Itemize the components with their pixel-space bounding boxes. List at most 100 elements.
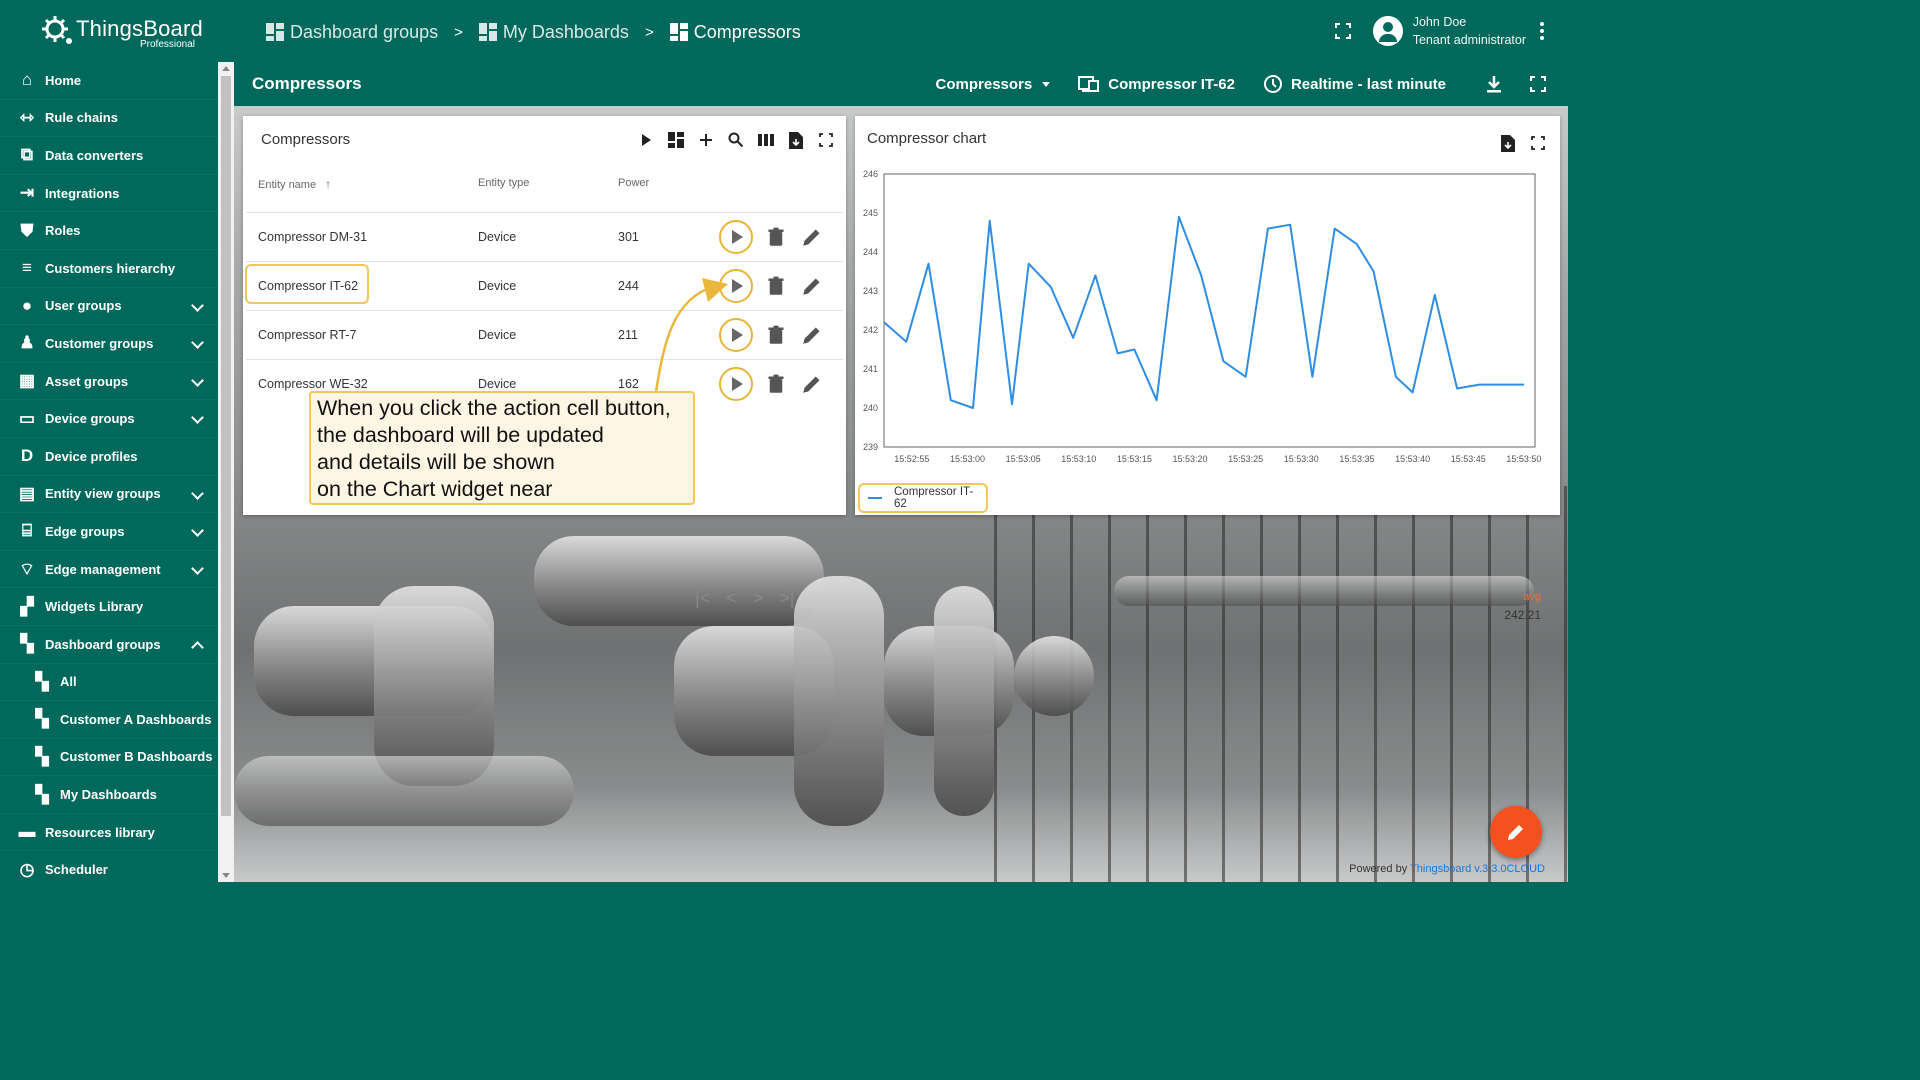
sidebar-item-resources-library[interactable]: ▬ Resources library xyxy=(0,814,218,852)
chevron-down-icon[interactable] xyxy=(191,561,204,575)
powered-by-footer: Powered by Thingsboard v.3.3.0CLOUD xyxy=(1349,863,1545,875)
state-select[interactable]: Compressors xyxy=(936,76,1051,93)
chevron-down-icon[interactable] xyxy=(191,336,204,350)
sidebar-item-label: Scheduler xyxy=(45,862,108,878)
chevron-down-icon[interactable] xyxy=(191,411,204,425)
last-page-button[interactable]: >| xyxy=(779,588,794,609)
thingsboard-logo[interactable]: ThingsBoard Professional xyxy=(38,10,218,52)
table-row[interactable]: Compressor DM-31 Device 301 xyxy=(246,212,843,261)
search-icon[interactable] xyxy=(726,130,746,150)
sidebar-item-home[interactable]: ⌂ Home xyxy=(0,62,218,100)
first-page-button[interactable]: |< xyxy=(695,588,710,609)
y-tick-label: 241 xyxy=(863,364,878,374)
delete-icon[interactable] xyxy=(766,374,786,394)
breadcrumb-separator: > xyxy=(454,23,463,41)
more-vert-icon[interactable] xyxy=(1540,22,1544,40)
x-tick-label: 15:53:50 xyxy=(1506,454,1541,464)
sidebar-item-scheduler[interactable]: ◷ Scheduler xyxy=(0,851,218,882)
chevron-down-icon[interactable] xyxy=(191,486,204,500)
chart-legend-item[interactable]: Compressor IT-62 xyxy=(858,483,988,513)
breadcrumb-my-dashboards[interactable]: My Dashboards xyxy=(478,21,629,43)
sidebar-item-edge-groups[interactable]: ⌸ Edge groups xyxy=(0,513,218,551)
fullscreen-icon[interactable] xyxy=(816,130,836,150)
x-tick-label: 15:53:35 xyxy=(1339,454,1374,464)
columns-icon[interactable] xyxy=(756,130,776,150)
dashboard-fullscreen-button[interactable] xyxy=(1530,76,1546,92)
column-header-power[interactable]: Power xyxy=(618,177,649,189)
widget-title: Compressor chart xyxy=(867,130,987,147)
avatar[interactable] xyxy=(1372,16,1403,46)
sidebar-item-label: Asset groups xyxy=(45,373,129,389)
sidebar-item-customer-a-dashboards[interactable]: ▚ Customer A Dashboards xyxy=(0,701,218,739)
x-tick-label: 15:53:30 xyxy=(1284,454,1319,464)
sidebar-item-my-dashboards[interactable]: ▚ My Dashboards xyxy=(0,776,218,814)
scroll-down-arrow-icon[interactable] xyxy=(222,873,230,878)
sidebar-item-entity-view-groups[interactable]: ▤ Entity view groups xyxy=(0,476,218,514)
breadcrumb-label: My Dashboards xyxy=(502,21,629,42)
prev-page-button[interactable]: < xyxy=(726,588,737,609)
user-info[interactable]: John Doe Tenant administrator xyxy=(1413,13,1526,49)
action-play-button[interactable] xyxy=(719,220,753,254)
breadcrumb-dashboard-groups[interactable]: Dashboard groups xyxy=(266,22,438,43)
sidebar-item-edge-management[interactable]: ⌔ Edge management xyxy=(0,551,218,589)
sidebar-item-device-profiles[interactable]: D Device profiles xyxy=(0,438,218,476)
cell-entity-type: Device xyxy=(478,230,517,244)
edit-pencil-icon[interactable] xyxy=(802,227,822,247)
rule-chains-icon: ⇿ xyxy=(19,107,35,127)
sidebar-item-customer-b-dashboards[interactable]: ▚ Customer B Dashboards xyxy=(0,739,218,777)
fullscreen-icon[interactable] xyxy=(1528,133,1548,153)
home-icon: ⌂ xyxy=(21,70,33,90)
delete-icon[interactable] xyxy=(766,325,786,345)
download-button[interactable] xyxy=(1486,75,1502,93)
edit-pencil-icon[interactable] xyxy=(802,276,822,296)
delete-icon[interactable] xyxy=(766,276,786,296)
sidebar-item-all[interactable]: ▚ All xyxy=(0,664,218,702)
dashboard-icon[interactable] xyxy=(666,130,686,150)
chevron-down-icon[interactable] xyxy=(191,524,204,537)
sidebar-item-customers-hierarchy[interactable]: ≡ Customers hierarchy xyxy=(0,250,218,288)
sort-arrow-up-icon: ↑ xyxy=(325,177,332,191)
dashboard-icon xyxy=(266,23,284,41)
sidebar-item-roles[interactable]: ⛊ Roles xyxy=(0,212,218,250)
sidebar-item-asset-groups[interactable]: ▦ Asset groups xyxy=(0,363,218,401)
sidebar-item-rule-chains[interactable]: ⇿ Rule chains xyxy=(0,100,218,138)
export-file-icon[interactable] xyxy=(786,130,806,150)
edit-pencil-icon[interactable] xyxy=(802,374,822,394)
sidebar-item-device-groups[interactable]: ▭ Device groups xyxy=(0,400,218,438)
play-icon[interactable] xyxy=(636,130,656,150)
widget-toolbar xyxy=(636,130,836,150)
sidebar-item-customer-groups[interactable]: ♟ Customer groups xyxy=(0,325,218,363)
entity-select[interactable]: Compressor IT-62 xyxy=(1078,75,1235,93)
user-area: John Doe Tenant administrator xyxy=(1334,12,1544,50)
chevron-up-icon[interactable] xyxy=(191,641,204,654)
version-link[interactable]: Thingsboard v.3.3.0CLOUD xyxy=(1410,863,1545,875)
account-icon: ● xyxy=(21,295,33,315)
sidebar-item-data-converters[interactable]: ⧉ Data converters xyxy=(0,137,218,175)
timewindow-button[interactable]: Realtime - last minute xyxy=(1263,74,1446,94)
sidebar-item-user-groups[interactable]: ● User groups xyxy=(0,288,218,326)
sidebar-item-widgets-library[interactable]: ▞ Widgets Library xyxy=(0,588,218,626)
sidebar-scrollbar[interactable] xyxy=(218,62,234,882)
edit-dashboard-fab[interactable] xyxy=(1490,806,1542,858)
sidebar-item-dashboard-groups[interactable]: ▚ Dashboard groups xyxy=(0,626,218,664)
scroll-thumb[interactable] xyxy=(221,76,231,816)
background-pipe xyxy=(794,576,884,826)
people-icon: ♟ xyxy=(19,333,35,353)
hierarchy-icon: ≡ xyxy=(22,258,32,278)
chevron-down-icon[interactable] xyxy=(191,298,204,312)
cell-entity-type: Device xyxy=(478,279,517,293)
sidebar-item-integrations[interactable]: ⇥ Integrations xyxy=(0,175,218,213)
delete-icon[interactable] xyxy=(766,227,786,247)
column-header-entity-type[interactable]: Entity type xyxy=(478,177,529,189)
edit-pencil-icon[interactable] xyxy=(802,325,822,345)
table-row[interactable]: Compressor RT-7 Device 211 xyxy=(246,310,843,359)
fullscreen-icon[interactable] xyxy=(1334,23,1351,39)
user-role: Tenant administrator xyxy=(1412,33,1526,47)
add-icon[interactable] xyxy=(696,130,716,150)
next-page-button[interactable]: > xyxy=(753,588,764,609)
chevron-down-icon[interactable] xyxy=(191,373,204,387)
scroll-up-arrow-icon[interactable] xyxy=(222,66,230,71)
column-header-entity-name[interactable]: Entity name ↑ xyxy=(258,177,331,191)
export-file-icon[interactable] xyxy=(1498,133,1518,153)
sidebar-item-label: Integrations xyxy=(45,185,120,201)
